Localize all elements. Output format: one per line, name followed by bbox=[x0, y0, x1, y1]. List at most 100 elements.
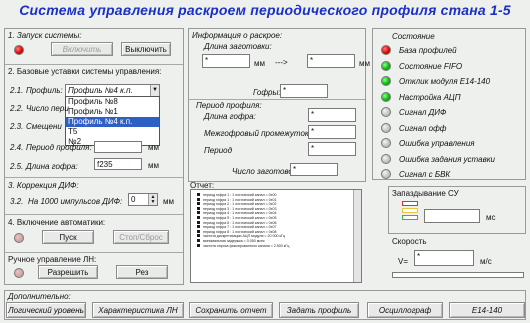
divider bbox=[5, 64, 183, 65]
section-automation-label: 4. Включение автоматики: bbox=[8, 218, 106, 227]
status-led bbox=[381, 60, 391, 71]
start-button-label: Пуск bbox=[59, 232, 77, 242]
cut-button[interactable]: Рез bbox=[116, 265, 168, 279]
status-led bbox=[381, 153, 391, 164]
profile-dropdown-list: Профиль №8 Профиль №1 Профиль №4 к.п. Т5… bbox=[65, 96, 160, 146]
speed-progress-bar bbox=[392, 272, 524, 278]
oscillograph-button[interactable]: Осциллограф bbox=[367, 302, 443, 318]
allow-button-label: Разрешить bbox=[47, 267, 89, 277]
e14-140-button[interactable]: E14-140 bbox=[449, 302, 525, 318]
cut-info-title: Информация о раскрое: bbox=[192, 31, 283, 40]
blank-count-label: Число заготовок: bbox=[232, 167, 299, 176]
status-label: Состояние FIFO bbox=[399, 61, 463, 71]
report-log-content: период гофра 1 : 1 логический канал = 0x… bbox=[191, 190, 361, 248]
set-profile-label: Задать профиль bbox=[286, 305, 352, 315]
status-title: Состояние bbox=[392, 32, 435, 41]
shift-label: Смещени bbox=[26, 122, 62, 131]
allow-button[interactable]: Разрешить bbox=[38, 265, 98, 279]
delay-title: Запаздывание СУ bbox=[392, 189, 459, 198]
blank-length-from-field: * bbox=[202, 54, 250, 68]
save-report-button[interactable]: Сохранить отчет bbox=[189, 302, 273, 318]
speed-title: Скорость bbox=[392, 237, 427, 246]
status-led bbox=[381, 122, 391, 133]
profile-select-value: Профиль №4 к.п. bbox=[68, 86, 133, 95]
profile-option-selected[interactable]: Профиль №4 к.п. bbox=[66, 117, 159, 127]
logic-level-label: Логический уровень bbox=[8, 305, 84, 315]
stepper-arrows-icon[interactable]: ▲ ▼ bbox=[148, 194, 157, 205]
log-bullet-icon bbox=[197, 234, 200, 238]
manual-status-led bbox=[14, 268, 24, 278]
speed-unit: м/с bbox=[480, 257, 492, 266]
enable-button[interactable]: Включить bbox=[51, 42, 113, 56]
window-title: Система управления раскроем периодическо… bbox=[19, 2, 511, 18]
disable-button[interactable]: Выключить bbox=[121, 42, 171, 56]
log-bullet-icon bbox=[197, 220, 200, 224]
status-led bbox=[381, 107, 391, 117]
logic-level-button[interactable]: Логический уровень bbox=[6, 302, 86, 318]
report-line-text: период гофра 2 : 1 логический канал = 0x… bbox=[203, 202, 277, 207]
ln-characteristic-button[interactable]: Характеристика ЛН bbox=[92, 302, 184, 318]
corr-length-field: * bbox=[308, 108, 356, 122]
section-launch-label: 1. Запуск системы: bbox=[8, 31, 82, 40]
status-label: Ошибка задания уставки bbox=[399, 154, 495, 164]
oscillograph-label: Осциллограф bbox=[378, 305, 432, 315]
report-scrollbar[interactable] bbox=[353, 190, 361, 282]
gofry-label: Гофры: bbox=[253, 88, 281, 97]
report-line-text: период гофра 5 : 1 логический канал = 0x… bbox=[203, 215, 277, 220]
status-led bbox=[381, 169, 391, 179]
profile-option[interactable]: Профиль №1 bbox=[66, 107, 159, 117]
report-line-text: период гофра 1 : 1 логический канал = 0x… bbox=[203, 193, 277, 197]
status-label: Ошибка управления bbox=[399, 139, 475, 148]
report-log[interactable]: период гофра 1 : 1 логический канал = 0x… bbox=[190, 189, 362, 283]
stop-reset-button[interactable]: Стоп/Сброс bbox=[113, 230, 169, 244]
corrugation-length-input[interactable]: f235 bbox=[94, 158, 142, 170]
e14-140-label: E14-140 bbox=[471, 305, 503, 315]
log-bullet-icon bbox=[197, 215, 200, 219]
log-bullet-icon bbox=[197, 197, 200, 201]
divider bbox=[189, 99, 365, 100]
report-line-text: период гофра 6 : 1 логический канал = 0x… bbox=[203, 220, 277, 225]
status-led bbox=[381, 138, 391, 148]
report-line-text: частота опроса фиксированного канала = 2… bbox=[203, 243, 290, 248]
status-led bbox=[381, 91, 391, 102]
log-bullet-icon bbox=[197, 202, 200, 206]
speed-field: * bbox=[414, 250, 474, 266]
log-bullet-icon bbox=[197, 225, 200, 229]
profile-option[interactable]: Т5 bbox=[66, 127, 159, 137]
extra-label: Дополнительно: bbox=[8, 292, 71, 301]
start-button[interactable]: Пуск bbox=[42, 230, 94, 244]
divider bbox=[5, 177, 183, 178]
corr-length-label: Длина гофра: bbox=[204, 112, 256, 121]
inter-gap-field: * bbox=[308, 125, 356, 139]
dif-correction-stepper[interactable]: 0 ▲ ▼ bbox=[128, 193, 158, 206]
report-line-text: период гофра 8 : 1 логический канал = 0x… bbox=[203, 229, 277, 234]
log-bullet-icon bbox=[197, 206, 200, 210]
log-bullet-icon bbox=[197, 229, 200, 233]
period-profile-label: Период профиля: bbox=[26, 143, 92, 152]
period-profile-input[interactable] bbox=[94, 141, 142, 153]
status-label: Сигнал ДИФ bbox=[399, 108, 447, 117]
status-label: Сигнал с БВК bbox=[399, 170, 451, 179]
chevron-down-icon[interactable]: ▼ bbox=[150, 85, 159, 96]
save-report-label: Сохранить отчет bbox=[195, 305, 267, 315]
launch-status-led bbox=[14, 45, 24, 55]
divider bbox=[5, 214, 183, 215]
report-line-text: период гофра 4 : 1 логический канал = 0x… bbox=[203, 211, 277, 216]
status-label: Сигнал офф bbox=[399, 123, 447, 133]
log-bullet-icon bbox=[197, 238, 200, 242]
enable-button-label: Включить bbox=[62, 44, 102, 54]
report-line: частота опроса фиксированного канала = 2… bbox=[191, 243, 361, 249]
delay-indicator-bar bbox=[402, 215, 418, 220]
row-2-3-number: 2.3. bbox=[10, 122, 24, 131]
row-3-2-number: 3.2. bbox=[10, 197, 24, 206]
per-1000-label: На 1000 импульсов ДИФ: bbox=[28, 197, 123, 206]
set-profile-button[interactable]: Задать профиль bbox=[279, 302, 359, 318]
automation-status-led bbox=[14, 233, 24, 243]
divider bbox=[5, 252, 183, 253]
delay-indicator-bar bbox=[402, 208, 418, 213]
status-led bbox=[381, 76, 391, 86]
profile-option[interactable]: Профиль №8 bbox=[66, 97, 159, 107]
corrugation-length-label: Длина гофра: bbox=[26, 162, 78, 171]
row-2-1-number: 2.1. bbox=[10, 86, 24, 95]
row-2-5-number: 2.5. bbox=[10, 162, 24, 171]
